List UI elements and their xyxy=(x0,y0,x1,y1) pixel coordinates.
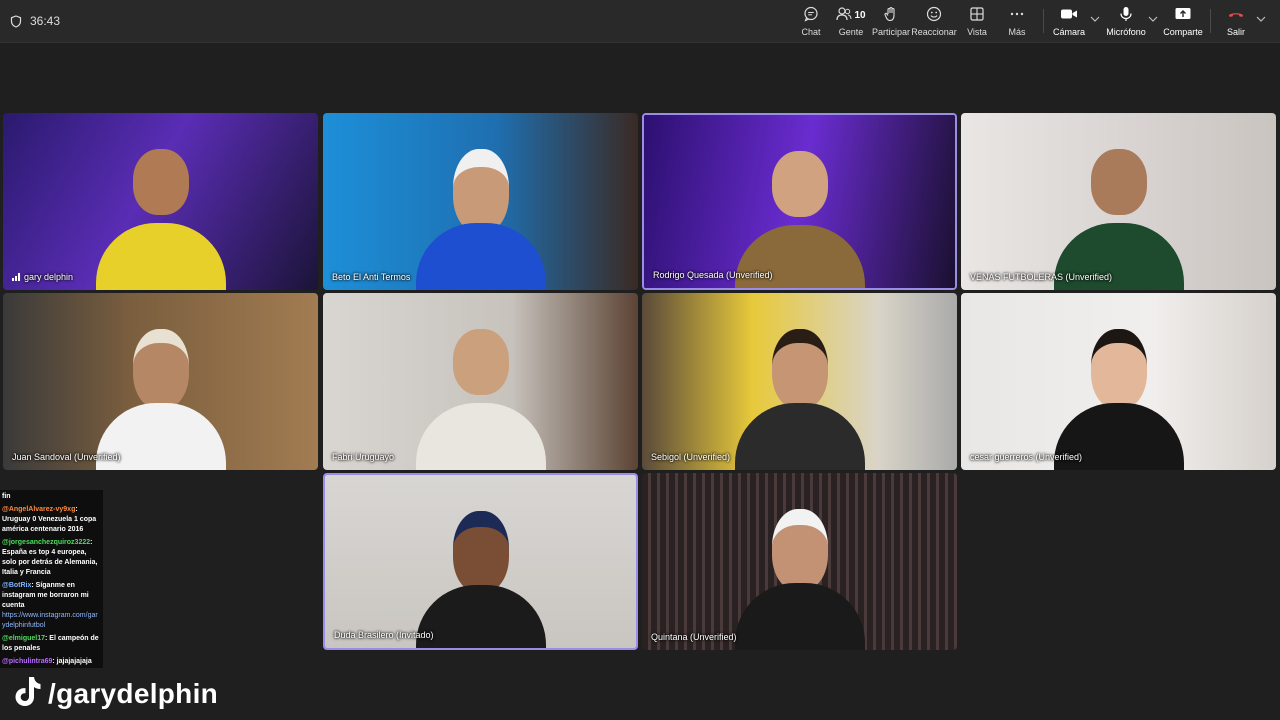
leave-button[interactable]: Salir xyxy=(1212,6,1260,38)
participant-name: Sebigol (Unverified) xyxy=(651,452,731,462)
chat-text: : jajajajajaja xyxy=(52,658,92,665)
video-tile-rodrigo-quesada[interactable]: Rodrigo Quesada (Unverified) xyxy=(642,113,957,290)
mic-button-label: Micrófono xyxy=(1106,27,1146,37)
people-count: 10 xyxy=(854,9,866,21)
video-camera-icon xyxy=(1060,6,1078,24)
share-button[interactable]: Comparte xyxy=(1159,6,1207,38)
participant-name-label: Sebigol (Unverified) xyxy=(651,452,730,462)
participant-video xyxy=(95,141,226,290)
microphone-icon xyxy=(1119,6,1133,24)
video-tile-fabri-uruguayo[interactable]: Fabri Uruguayo xyxy=(323,293,638,470)
chat-username[interactable]: @jorgesanchezquiroz3222 xyxy=(2,539,90,546)
meeting-timer: 36:43 xyxy=(10,13,60,29)
mic-options-chevron-down-icon[interactable] xyxy=(1146,12,1160,26)
participant-name-label: cesar guerreros (Unverified) xyxy=(970,452,1082,462)
participant-name-label: Duda Brasilero (Invitado) xyxy=(334,630,434,640)
mic-button[interactable]: Micrófono xyxy=(1102,6,1150,38)
react-button[interactable]: Reaccionar xyxy=(910,6,958,38)
leave-button-label: Salir xyxy=(1226,27,1245,37)
share-screen-icon xyxy=(1174,6,1192,24)
chat-username[interactable]: @elmiguel17 xyxy=(2,635,45,642)
toolbar-divider xyxy=(1043,9,1044,33)
chat-link[interactable]: https://www.instagram.com/garydelphinfut… xyxy=(2,611,101,631)
smiley-icon xyxy=(926,6,942,24)
chat-button-label: Chat xyxy=(801,27,821,37)
more-button-label: Más xyxy=(1008,27,1026,37)
chat-text: fin xyxy=(2,493,11,500)
chat-username[interactable]: @BotRix xyxy=(2,582,31,589)
chat-username[interactable]: @AngelAlvarez-vy9xg xyxy=(2,506,75,513)
video-tile-cesar-guerreros[interactable]: cesar guerreros (Unverified) xyxy=(961,293,1276,470)
participant-name: Duda Brasilero (Invitado) xyxy=(334,630,434,640)
leave-options-chevron-down-icon[interactable] xyxy=(1254,12,1268,26)
participant-name: Fabri Uruguayo xyxy=(332,452,395,462)
chat-message: @elmiguel17: El campeón de los penales xyxy=(2,634,101,654)
chat-message: @pichulintra69: jajajajajaja xyxy=(2,657,101,667)
hand-icon xyxy=(883,6,899,24)
shield-icon xyxy=(10,14,22,28)
toolbar-divider xyxy=(1210,9,1211,33)
channel-handle: /garydelphin xyxy=(48,678,219,709)
participant-name: VENAS FUTBOLERAS (Unverified) xyxy=(970,272,1113,282)
participant-name-label: Quintana (Unverified) xyxy=(651,632,737,642)
video-tile-duda-brasilero[interactable]: Duda Brasilero (Invitado) xyxy=(323,473,638,650)
grid-view-icon xyxy=(969,6,985,24)
live-chat-overlay: fin @AngelAlvarez-vy9xg: Uruguay 0 Venezu… xyxy=(0,490,103,668)
chat-bubble-icon xyxy=(803,6,819,24)
more-dots-icon xyxy=(1009,6,1025,24)
raise-hand-button-label: Participar xyxy=(871,27,910,37)
participant-name-label: Fabri Uruguayo xyxy=(332,452,394,462)
participant-name: Rodrigo Quesada (Unverified) xyxy=(653,270,773,280)
people-button-label: Gente xyxy=(838,27,864,37)
meeting-toolbar: 36:43 Chat 10 Gente Participar Reacciona… xyxy=(0,0,1280,43)
participant-name-label: VENAS FUTBOLERAS (Unverified) xyxy=(970,272,1112,282)
video-tile-venas-futboleras[interactable]: VENAS FUTBOLERAS (Unverified) xyxy=(961,113,1276,290)
chat-message: @BotRix: Síganme en instagram me borraro… xyxy=(2,581,101,631)
participant-name-label: Rodrigo Quesada (Unverified) xyxy=(653,270,773,280)
participant-video xyxy=(734,143,865,288)
participant-video xyxy=(1053,141,1184,290)
participant-name: Quintana (Unverified) xyxy=(651,632,737,642)
chat-message: fin xyxy=(2,492,101,502)
video-tile-sebigol[interactable]: Sebigol (Unverified) xyxy=(642,293,957,470)
video-tile-gary-delphin[interactable]: gary delphin xyxy=(3,113,318,290)
video-tile-quintana[interactable]: Quintana (Unverified) xyxy=(642,473,957,650)
participant-video xyxy=(734,501,865,650)
raise-hand-button[interactable]: Participar xyxy=(867,6,915,38)
hang-up-icon xyxy=(1227,6,1245,24)
video-tile-juan-sandoval[interactable]: Juan Sandoval (Unverified) xyxy=(3,293,318,470)
participant-name-label: Beto El Anti Termos xyxy=(332,272,410,282)
camera-button-label: Cámara xyxy=(1052,27,1085,37)
video-tile-beto[interactable]: Beto El Anti Termos xyxy=(323,113,638,290)
participant-video xyxy=(734,321,865,470)
tiktok-logo-icon xyxy=(12,675,42,714)
participant-name: gary delphin xyxy=(24,272,74,282)
participant-name: Beto El Anti Termos xyxy=(332,272,411,282)
participant-name: cesar guerreros (Unverified) xyxy=(970,452,1083,462)
participant-video xyxy=(1053,321,1184,470)
timer-text: 36:43 xyxy=(30,14,61,28)
speaking-indicator-icon xyxy=(12,273,20,281)
participant-name: Juan Sandoval (Unverified) xyxy=(12,452,121,462)
participant-name-label: Juan Sandoval (Unverified) xyxy=(12,452,121,462)
camera-options-chevron-down-icon[interactable] xyxy=(1088,12,1102,26)
participant-video xyxy=(415,141,546,290)
more-button[interactable]: Más xyxy=(993,6,1041,38)
view-button-label: Vista xyxy=(967,27,987,37)
participant-video xyxy=(95,321,226,470)
chat-username[interactable]: @pichulintra69 xyxy=(2,658,52,665)
share-button-label: Comparte xyxy=(1163,27,1203,37)
tiktok-watermark: /garydelphin xyxy=(12,676,218,712)
participant-video xyxy=(415,503,546,648)
camera-button[interactable]: Cámara xyxy=(1045,6,1093,38)
react-button-label: Reaccionar xyxy=(911,27,957,37)
participant-name-label: gary delphin xyxy=(12,272,73,282)
chat-message: @jorgesanchezquiroz3222: España es top 4… xyxy=(2,538,101,578)
participant-video xyxy=(415,321,546,470)
chat-message: @AngelAlvarez-vy9xg: Uruguay 0 Venezuela… xyxy=(2,505,101,535)
people-icon xyxy=(836,6,852,24)
